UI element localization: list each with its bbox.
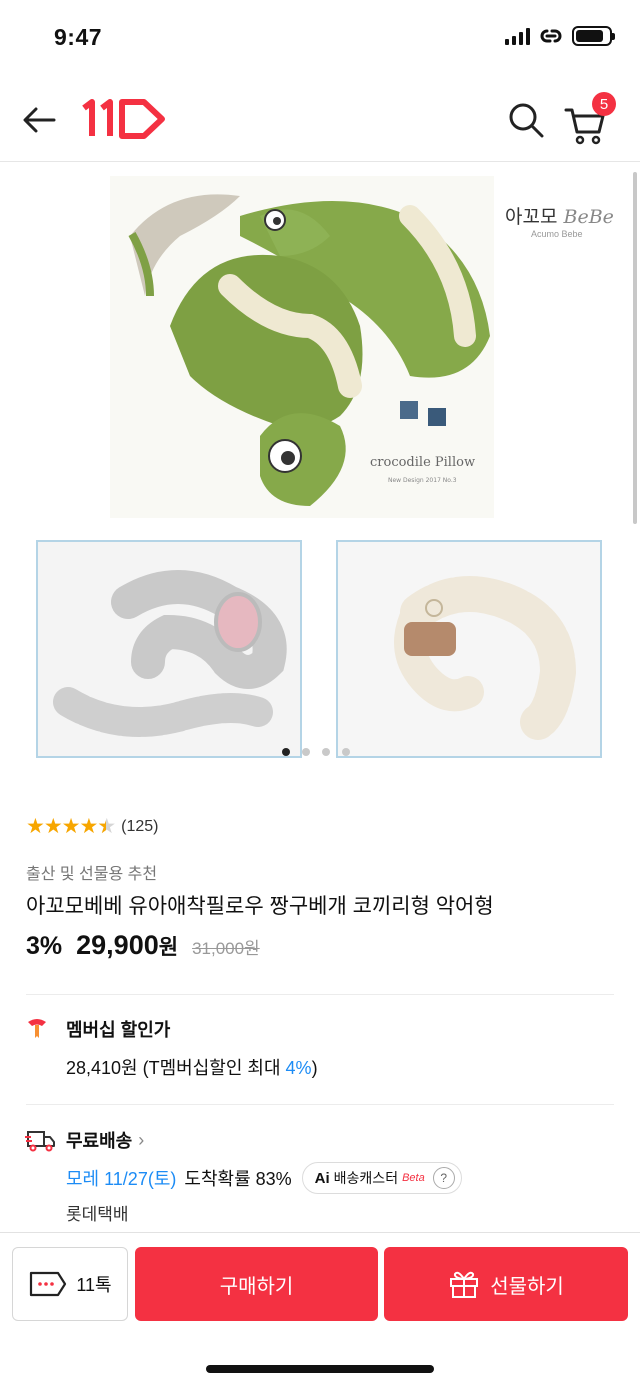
membership-rate: 4% — [285, 1058, 312, 1078]
ai-label: Ai — [314, 1169, 330, 1187]
membership-price: 28,410원 — [66, 1058, 138, 1078]
free-shipping-label: 무료배송 — [66, 1131, 133, 1151]
gallery-pagination[interactable] — [282, 748, 350, 756]
buy-button[interactable]: 구매하기 — [135, 1247, 378, 1321]
main-product-image[interactable]: crocodile Pillow New Design 2017 No.3 — [110, 176, 494, 518]
eleven-street-logo[interactable] — [78, 98, 168, 140]
logo-icon — [82, 99, 165, 139]
delivery-estimate-row: 모레 11/27(토) 도착확률 83% Ai 배송캐스터 Beta ? — [66, 1162, 462, 1194]
bottom-action-bar: 11톡 구매하기 선물하기 — [0, 1232, 640, 1386]
beta-label: Beta — [402, 1172, 425, 1184]
battery-fill — [576, 30, 604, 42]
arrival-probability: 도착확률 83% — [184, 1169, 292, 1189]
brand-watermark: 아꼬모 BeBe Acumo Bebe — [505, 202, 635, 242]
ai-delivery-caster-button[interactable]: Ai 배송캐스터 Beta ? — [301, 1162, 462, 1194]
discount-rate: 3% — [26, 932, 63, 960]
chevron-right-icon: › — [138, 1129, 145, 1150]
search-icon — [509, 103, 544, 138]
signal-icon — [505, 27, 530, 45]
help-icon[interactable]: ? — [432, 1167, 455, 1189]
membership-detail: 28,410원 (T멤버십할인 최대 4%) — [66, 1054, 318, 1080]
membership-detail-prefix: (T멤버십할인 최대 — [137, 1058, 286, 1078]
sale-price: 29,900원 — [76, 930, 178, 961]
eleven-talk-button[interactable]: 11톡 — [12, 1247, 128, 1321]
pagination-dot-2[interactable] — [302, 748, 310, 756]
pagination-dot-4[interactable] — [342, 748, 350, 756]
divider — [26, 994, 614, 995]
pagination-dot-1[interactable] — [282, 748, 290, 756]
review-count: (125) — [121, 817, 159, 835]
gift-icon — [450, 1271, 479, 1298]
star-rating-icon: ★★★★★ — [26, 814, 116, 839]
gift-button[interactable]: 선물하기 — [384, 1247, 628, 1321]
price-unit: 원 — [158, 936, 179, 959]
talk-label: 11톡 — [76, 1275, 112, 1295]
top-header: 5 — [0, 78, 640, 162]
crocodile-pillow-image: crocodile Pillow New Design 2017 No.3 — [110, 176, 494, 518]
search-button[interactable] — [502, 96, 550, 144]
elephant-pillow-gray-image — [38, 542, 300, 756]
thumbnail-elephant-gray[interactable] — [36, 540, 302, 758]
product-category: 출산 및 선물용 추천 — [26, 866, 158, 883]
image-caption-sub: New Design 2017 No.3 — [388, 477, 457, 484]
price-row: 3% 29,900원 31,000원 — [26, 930, 260, 961]
brand-name-kr: 아꼬모 — [505, 206, 558, 228]
gift-label: 선물하기 — [490, 1275, 564, 1298]
back-button[interactable] — [18, 98, 62, 142]
cart-count-badge: 5 — [592, 92, 616, 116]
cart-button[interactable]: 5 — [562, 92, 616, 148]
back-arrow-icon — [23, 107, 56, 133]
rating-row[interactable]: ★★★★★ (125) — [26, 814, 159, 839]
brand-sub: Acumo Bebe — [531, 229, 583, 239]
truck-icon — [25, 1131, 55, 1152]
divider — [26, 1104, 614, 1105]
membership-label: 멤버십 할인가 — [66, 1020, 171, 1040]
carrier-name: 롯데택배 — [66, 1205, 129, 1224]
wifi-link-icon — [540, 29, 562, 43]
battery-icon — [572, 26, 615, 46]
home-indicator[interactable] — [206, 1365, 434, 1373]
brand-name-en: BeBe — [563, 206, 614, 228]
sale-price-value: 29,900 — [76, 930, 159, 960]
status-bar: 9:47 — [0, 0, 640, 78]
image-caption: crocodile Pillow — [370, 455, 475, 470]
status-icons — [505, 26, 615, 46]
membership-detail-suffix: ) — [311, 1058, 318, 1078]
delivery-date: 모레 11/27(토) — [66, 1169, 177, 1189]
original-price: 31,000원 — [192, 939, 260, 958]
pagination-dot-3[interactable] — [322, 748, 330, 756]
thumbnail-elephant-ivory[interactable] — [336, 540, 602, 758]
chat-bubble-icon — [30, 1271, 67, 1297]
status-time: 9:47 — [54, 24, 103, 50]
t-membership-icon — [28, 1019, 46, 1038]
elephant-pillow-ivory-image — [338, 542, 600, 756]
free-shipping-link[interactable]: 무료배송 › — [66, 1127, 144, 1153]
product-title: 아꼬모베베 유아애착필로우 짱구베개 코끼리형 악어형 — [26, 895, 494, 918]
product-image-gallery[interactable]: crocodile Pillow New Design 2017 No.3 아꼬… — [0, 164, 640, 774]
delivery-caster-label: 배송캐스터 — [333, 1170, 399, 1186]
